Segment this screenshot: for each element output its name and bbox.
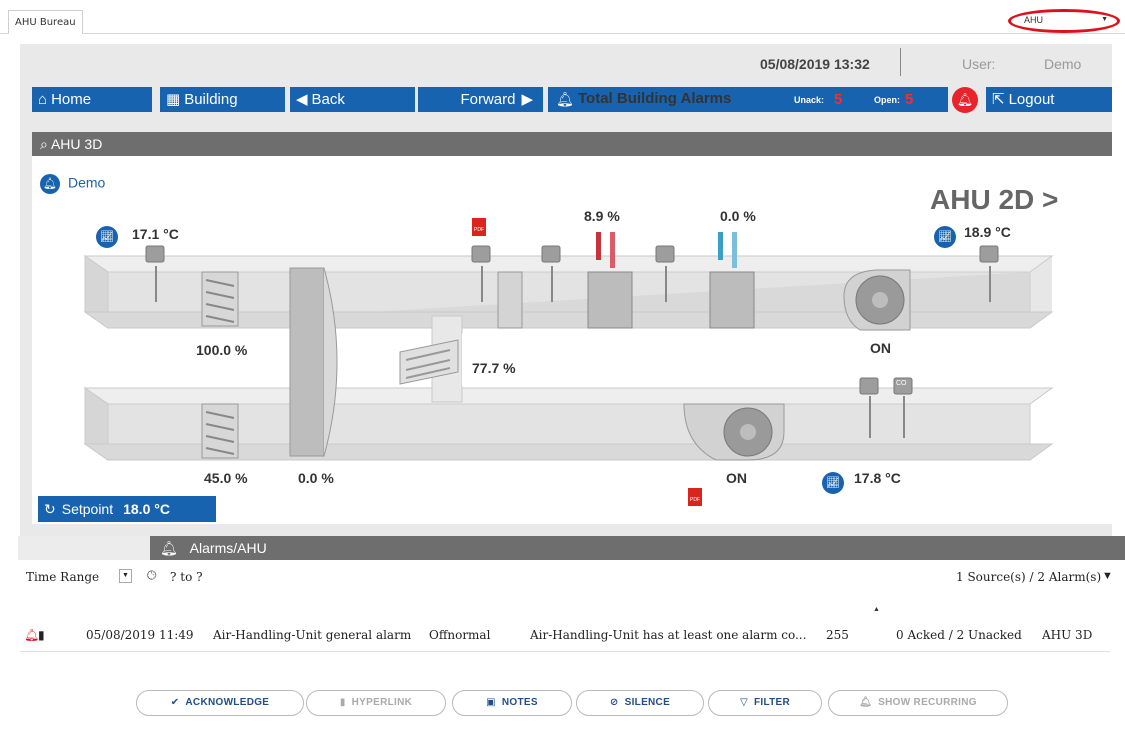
alarms-header-spacer (18, 536, 150, 560)
supply-fan-status: ON (870, 340, 891, 356)
alarms-title: Alarms/AHU (189, 540, 267, 556)
bell-icon: 🔔︎ (40, 174, 60, 194)
trend-chart-icon[interactable]: 📈︎ (822, 472, 844, 494)
alarm-priority: 255 (826, 628, 849, 642)
sort-arrow-icon[interactable]: ▲ (873, 606, 880, 613)
setpoint-icon: ↻ (44, 501, 56, 517)
link-icon: ▮ (38, 628, 45, 642)
show-recurring-button[interactable]: 🔔︎ SHOW RECURRING (828, 690, 1008, 716)
alarm-ack-status: 0 Acked / 2 Unacked (896, 628, 1022, 642)
hyperlink-icon: ▮ (339, 697, 346, 708)
time-range-value: ? to ? (170, 570, 203, 584)
demo-link[interactable]: 🔔︎ Demo (40, 174, 105, 194)
table-row[interactable]: 🔔︎ ▮ 05/08/2019 11:49 Air-Handling-Unit … (20, 626, 1110, 652)
exhaust-damper (201, 403, 239, 459)
filter-button[interactable]: ▽ FILTER (708, 690, 822, 716)
alarm-message: Air-Handling-Unit has at least one alarm… (530, 628, 807, 642)
acknowledge-button[interactable]: ✔︎ ACKNOWLEDGE (136, 690, 304, 716)
outside-damper-value: 100.0 % (196, 342, 248, 358)
recirc-damper-value: 77.7 % (472, 360, 516, 376)
ahu-2d-link[interactable]: AHU 2D > (930, 184, 1058, 216)
pdf-icon[interactable]: PDF (688, 488, 702, 506)
time-range-label: Time Range (26, 570, 100, 584)
alarm-source: Air-Handling-Unit general alarm (213, 628, 412, 642)
notes-button[interactable]: ▣ NOTES (452, 690, 572, 716)
supply-fan (843, 269, 911, 331)
exhaust-damper-value: 45.0 % (204, 470, 248, 486)
notes-icon: ▣ (486, 697, 496, 708)
setpoint-button[interactable]: ↻ Setpoint 18.0 °C (38, 496, 216, 522)
bell-icon: 🔔︎ (160, 540, 178, 556)
extract-fan-status: ON (726, 470, 747, 486)
alarm-datetime: 05/08/2019 11:49 (86, 628, 194, 642)
clock-icon: 🕒︎ (147, 568, 157, 582)
time-range-dropdown[interactable]: ▼ (119, 569, 132, 583)
trend-chart-icon[interactable]: 📈︎ (934, 226, 956, 248)
outside-temp-value: 17.1 °C (132, 226, 179, 242)
bell-icon: 🔔︎ (859, 697, 873, 708)
alarm-location: AHU 3D (1042, 628, 1093, 642)
hyperlink-button[interactable]: ▮ HYPERLINK (306, 690, 446, 716)
co2-sensor-label: CO (896, 380, 907, 387)
trend-chart-icon[interactable]: 📈︎ (96, 226, 118, 248)
silence-button[interactable]: ⊘ SILENCE (576, 690, 704, 716)
filter-icon: ▽ (739, 697, 748, 708)
alarm-state: Offnormal (429, 628, 491, 642)
supply-temp-value: 18.9 °C (964, 224, 1011, 240)
extract-temp-value: 17.8 °C (854, 470, 901, 486)
alarms-header: 🔔︎ Alarms/AHU (150, 536, 1125, 560)
chevron-down-icon[interactable]: ▼ (1102, 570, 1113, 582)
heating-valve-value: 8.9 % (584, 208, 620, 224)
cooling-valve-value: 0.0 % (720, 208, 756, 224)
silence-icon: ⊘ (609, 697, 619, 708)
heat-recovery-value: 0.0 % (298, 470, 334, 486)
source-alarm-count: 1 Source(s) / 2 Alarm(s) (956, 570, 1102, 584)
outside-damper (201, 271, 239, 327)
setpoint-value: 18.0 °C (123, 501, 170, 517)
pdf-icon[interactable]: PDF (472, 218, 486, 236)
acknowledge-icon: ✔︎ (170, 697, 180, 708)
alarm-bell-icon: 🔔︎ (24, 628, 40, 642)
